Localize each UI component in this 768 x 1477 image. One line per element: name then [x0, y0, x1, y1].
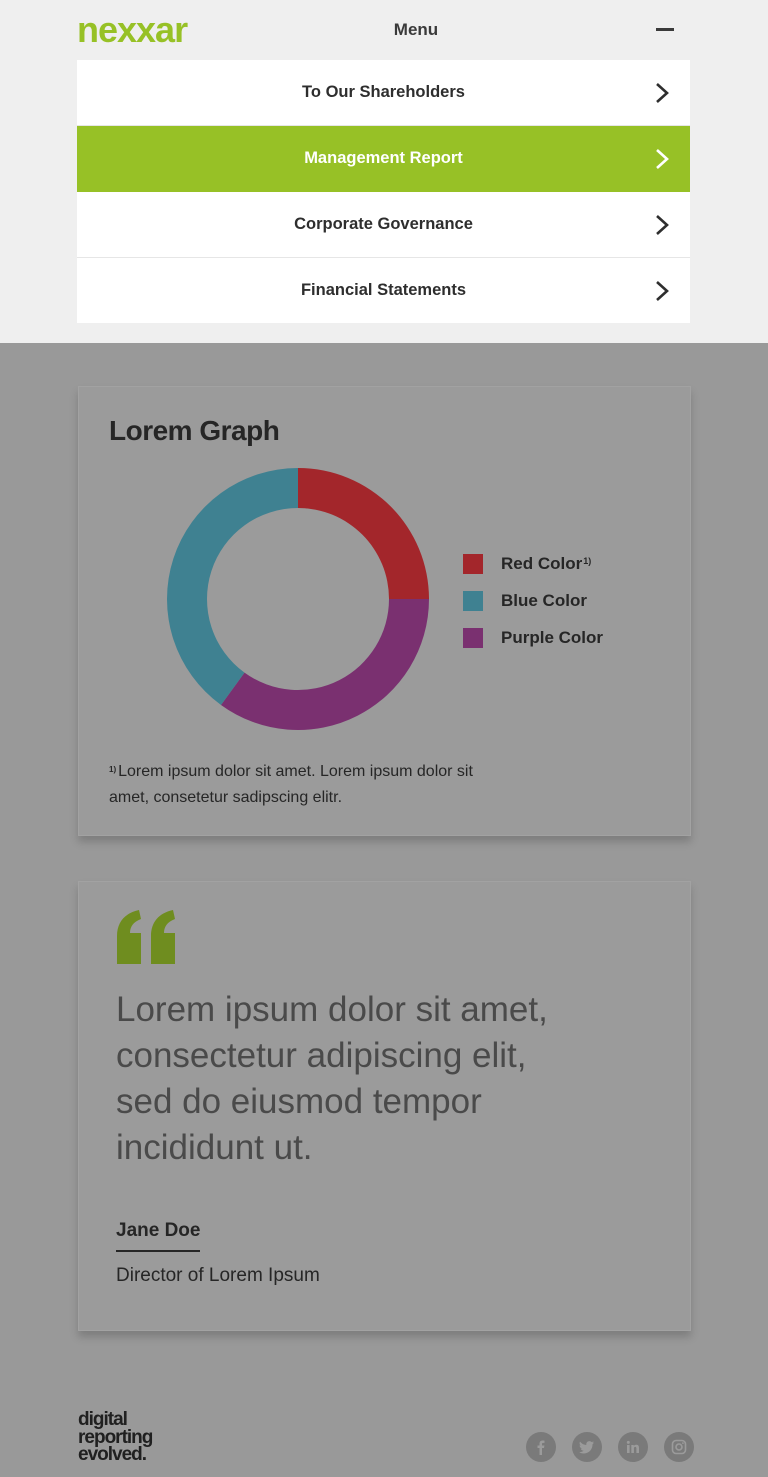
quote-text: Lorem ipsum dolor sit amet, consectetur … — [116, 990, 548, 1167]
menu-item-management-report[interactable]: Management Report — [77, 126, 690, 192]
legend-item-purple: Purple Color — [463, 619, 603, 656]
facebook-icon[interactable] — [526, 1432, 556, 1462]
menu-list: To Our Shareholders Management Report Co… — [77, 60, 690, 323]
legend-swatch — [463, 590, 483, 611]
author-name: Jane Doe — [116, 1220, 201, 1252]
legend-swatch — [463, 553, 483, 574]
footnote-sup: 1) — [109, 765, 117, 774]
menu-item-label: Management Report — [304, 149, 463, 167]
brand-line: digital — [78, 1409, 128, 1430]
graph-card: Lorem Graph Red Color 1) Blue Color Purpl… — [78, 386, 691, 836]
minus-icon[interactable] — [656, 28, 674, 31]
donut-chart — [167, 468, 429, 730]
chevron-right-icon — [656, 149, 669, 169]
menu-item-corporate-governance[interactable]: Corporate Governance — [77, 192, 690, 258]
chevron-right-icon — [656, 83, 669, 103]
twitter-icon[interactable] — [572, 1432, 602, 1462]
legend-sup: 1) — [583, 555, 592, 566]
footer-brand: digital reporting evolved. — [78, 1409, 153, 1465]
chart-legend: Red Color 1) Blue Color Purple Color — [463, 545, 603, 656]
author-role: Director of Lorem Ipsum — [116, 1265, 320, 1286]
brand-line: evolved. — [78, 1444, 147, 1465]
donut-slice-red-color — [298, 468, 429, 599]
legend-item-blue: Blue Color — [463, 582, 603, 619]
legend-item-red: Red Color 1) — [463, 545, 603, 582]
menu-item-label: Corporate Governance — [294, 215, 473, 233]
graph-title: Lorem Graph — [109, 415, 280, 446]
legend-swatch — [463, 627, 483, 648]
chevron-right-icon — [656, 281, 669, 301]
donut-slice-purple-color — [221, 599, 429, 730]
menu-label[interactable]: Menu — [0, 20, 768, 40]
chevron-right-icon — [656, 215, 669, 235]
legend-label: Blue Color — [501, 590, 587, 610]
menu-item-to-our-shareholders[interactable]: To Our Shareholders — [77, 60, 690, 126]
linkedin-icon[interactable] — [618, 1432, 648, 1462]
quote-icon — [117, 910, 175, 964]
social-links — [526, 1432, 694, 1462]
menu-item-label: To Our Shareholders — [302, 83, 465, 101]
legend-label: Red Color — [501, 553, 583, 573]
legend-label: Purple Color — [501, 627, 604, 647]
graph-footnote: 1) Lorem ipsum dolor sit amet. Lorem ipsu… — [109, 759, 489, 811]
instagram-icon[interactable] — [664, 1432, 694, 1462]
menu-item-label: Financial Statements — [300, 281, 467, 299]
menu-panel: nexxar Menu To Our Shareholders Manageme… — [0, 0, 768, 343]
donut-slice-blue-color — [167, 468, 298, 705]
menu-item-financial-statements[interactable]: Financial Statements — [77, 258, 690, 323]
footnote-text: Lorem ipsum dolor sit amet. Lorem ipsum … — [109, 763, 473, 806]
quote-card: Lorem ipsum dolor sit amet, consectetur … — [78, 881, 691, 1331]
